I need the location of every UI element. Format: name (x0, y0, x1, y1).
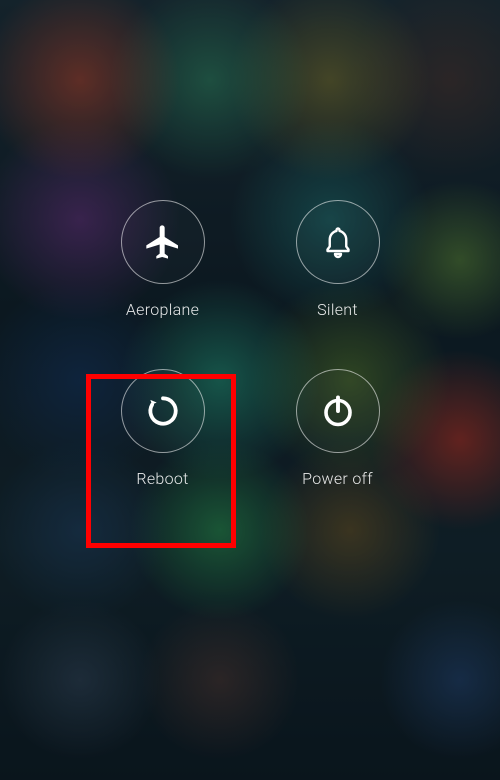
silent-icon-circle (296, 200, 380, 284)
silent-label: Silent (317, 300, 358, 319)
aeroplane-mode-button[interactable]: Aeroplane (103, 200, 223, 319)
airplane-icon (143, 222, 183, 262)
reboot-icon (144, 392, 182, 430)
reboot-label: Reboot (136, 469, 188, 488)
silent-mode-button[interactable]: Silent (278, 200, 398, 319)
aeroplane-label: Aeroplane (126, 300, 199, 319)
aeroplane-icon-circle (121, 200, 205, 284)
power-off-icon-circle (296, 369, 380, 453)
reboot-icon-circle (121, 369, 205, 453)
power-off-button[interactable]: Power off (278, 369, 398, 488)
power-menu: Aeroplane Silent Reboot (0, 200, 500, 488)
power-off-label: Power off (302, 469, 373, 488)
reboot-button[interactable]: Reboot (103, 369, 223, 488)
power-icon (320, 393, 356, 429)
bell-icon (320, 224, 356, 260)
